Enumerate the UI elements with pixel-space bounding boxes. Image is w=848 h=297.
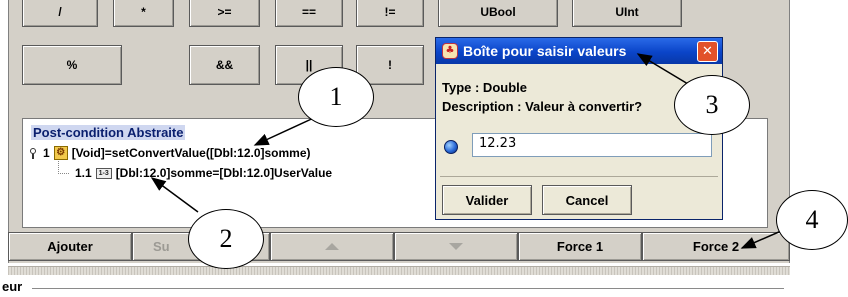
callout-3: 3 (674, 75, 750, 135)
callout-1: 1 (298, 67, 374, 127)
callout-arrows (150, 53, 789, 249)
callout-2: 2 (188, 209, 264, 269)
callout-1-arrow (253, 115, 319, 146)
callout-3-arrow (636, 53, 689, 85)
callout-2-arrow (150, 177, 199, 213)
callout-4: 4 (776, 190, 848, 250)
